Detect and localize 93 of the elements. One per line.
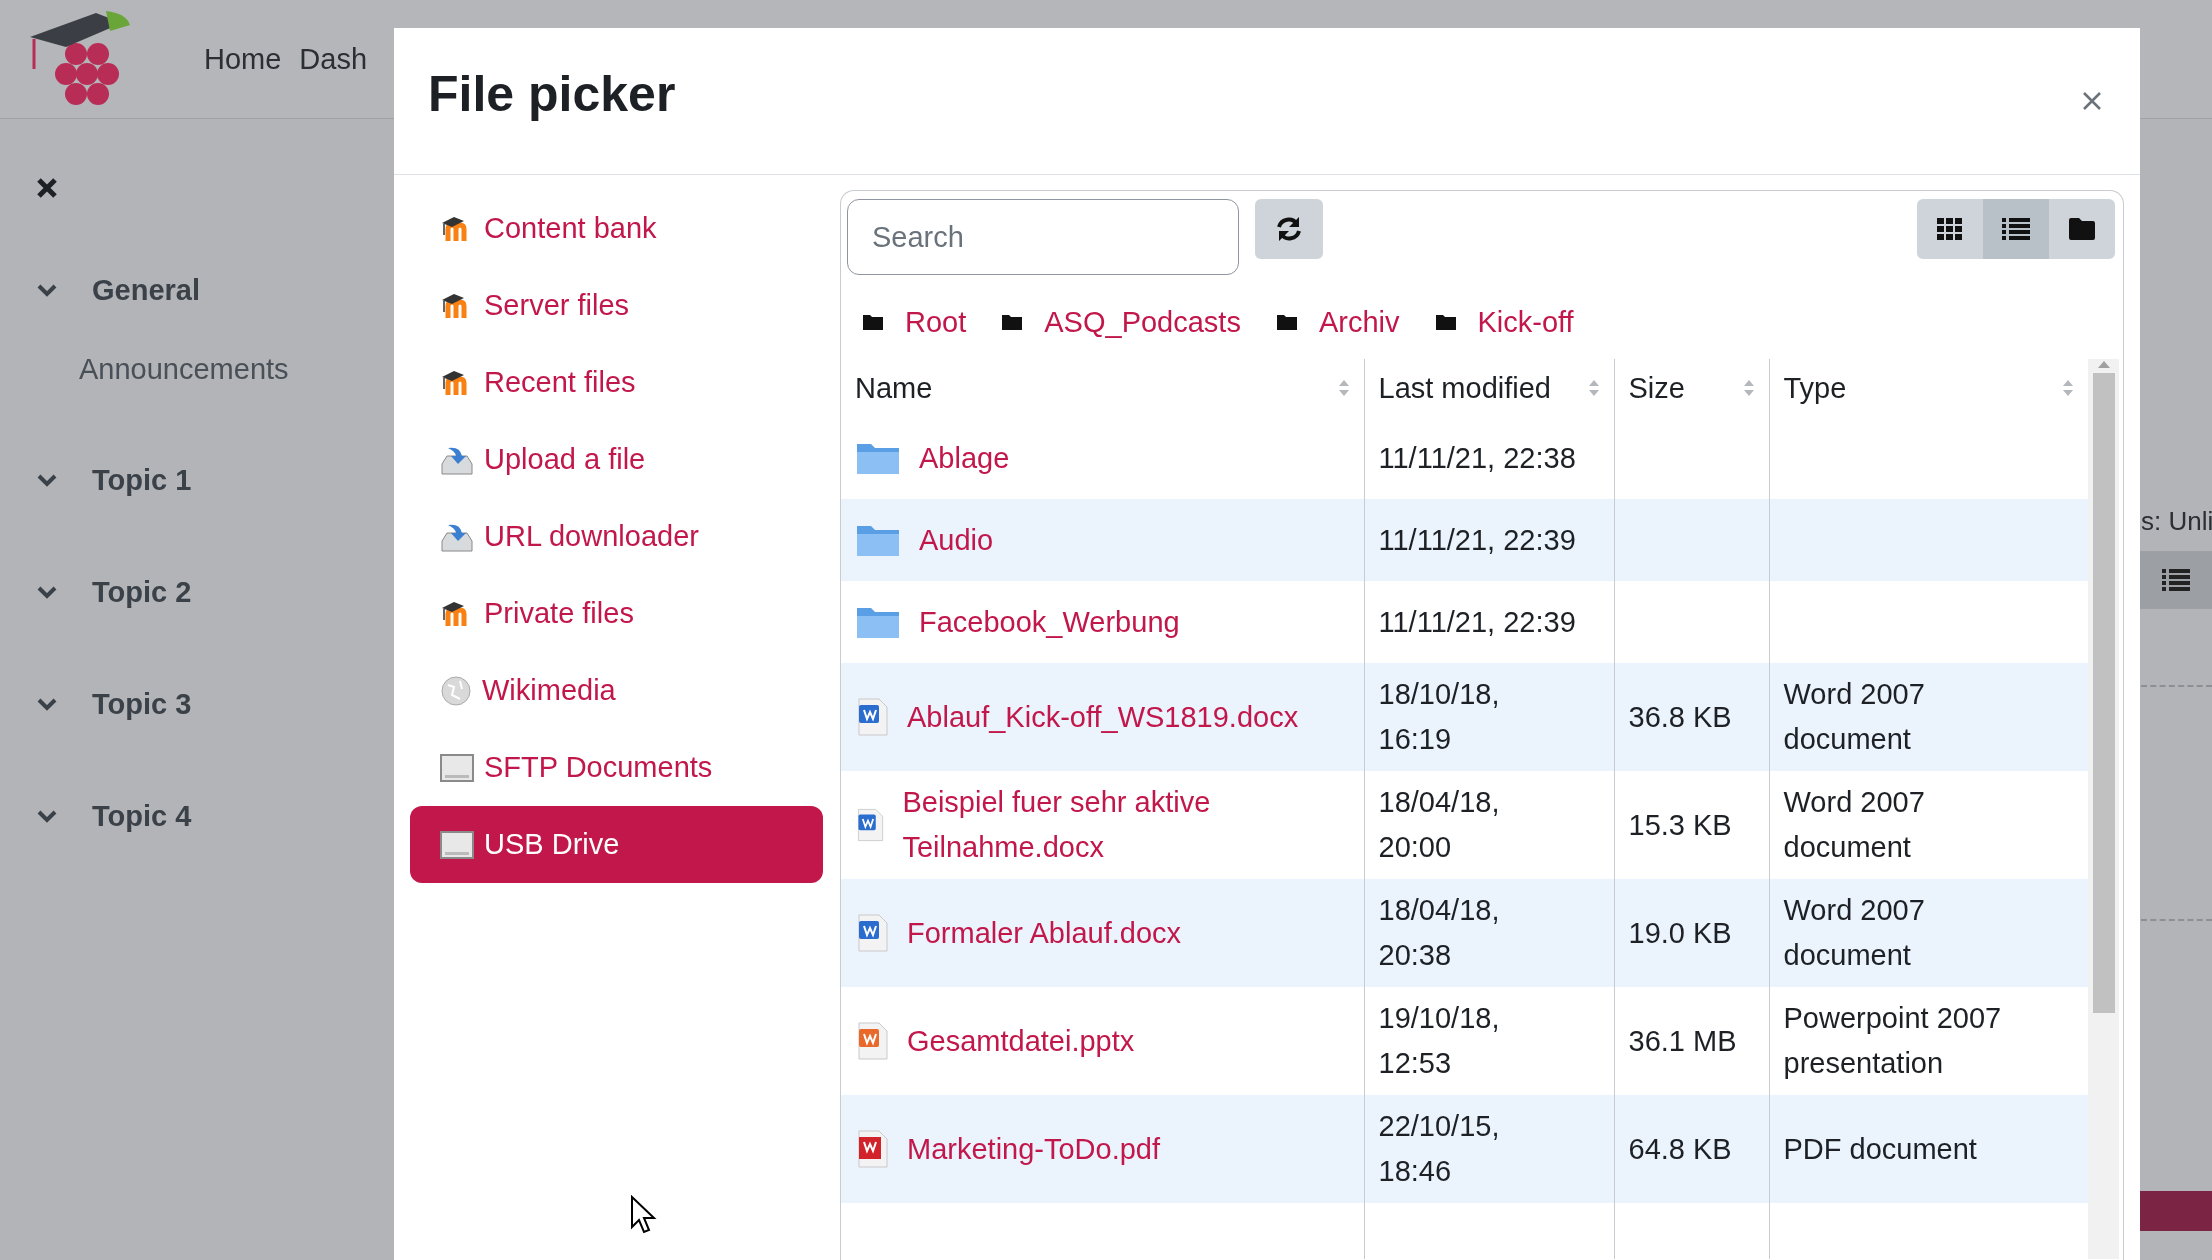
folder-icon	[2069, 218, 2095, 240]
file-name-link[interactable]: Ablage	[919, 435, 1010, 481]
file-name-link[interactable]: Ablauf_Kick-off_WS1819.docx	[907, 694, 1299, 740]
presentation-file-icon	[855, 1021, 889, 1061]
repository-label: SFTP Documents	[484, 751, 713, 784]
file-name-link[interactable]: Audio	[919, 517, 994, 563]
refresh-button[interactable]	[1255, 199, 1323, 259]
table-cell: 11/11/21, 22:38	[1364, 417, 1614, 499]
close-icon	[2082, 91, 2102, 111]
nav-link[interactable]: Home	[204, 42, 282, 76]
chevron-down-icon[interactable]	[36, 473, 58, 487]
grid-icon	[1937, 218, 1963, 240]
table-cell: 64.8 KB	[1614, 1095, 1769, 1203]
table-cell: 19.0 KB	[1614, 879, 1769, 987]
chevron-down-icon[interactable]	[36, 585, 58, 599]
table-cell: 36.8 KB	[1614, 663, 1769, 771]
repository-label: USB Drive	[484, 828, 620, 861]
file-name-link[interactable]: Marketing-ToDo.pdf	[907, 1126, 1161, 1172]
word-document-icon	[855, 697, 889, 737]
table-cell: PDF document	[1769, 1095, 2088, 1203]
breadcrumb-link[interactable]: ASQ_Podcasts	[1044, 305, 1241, 339]
globe-icon	[440, 674, 472, 707]
list-view-button[interactable]	[2140, 551, 2212, 609]
table-cell: 19/10/18, 12:53	[1364, 987, 1614, 1095]
table-cell: 18/10/18, 16:19	[1364, 663, 1614, 771]
file-name-link[interactable]: Facebook_Werbung	[919, 599, 1180, 645]
repository-item[interactable]: Content bank	[410, 190, 823, 267]
repository-label: Content bank	[484, 212, 657, 245]
search-field[interactable]: Search	[847, 199, 1239, 275]
breadcrumb-link[interactable]: Root	[905, 305, 967, 339]
close-icon[interactable]	[36, 177, 58, 199]
folder-icon	[863, 314, 883, 330]
table-cell: 36.1 MB	[1614, 987, 1769, 1095]
section-title[interactable]: Topic 3	[92, 687, 192, 721]
breadcrumb-link[interactable]: Archiv	[1318, 305, 1400, 339]
background-text: s: Unli	[2141, 506, 2212, 537]
repository-item[interactable]: SFTP Documents	[410, 729, 823, 806]
table-cell: 11/11/21, 22:39	[1364, 581, 1614, 663]
chevron-down-icon[interactable]	[36, 809, 58, 823]
activity-link[interactable]: Announcements	[79, 353, 394, 386]
column-header[interactable]: Last modified	[1378, 371, 1551, 405]
file-name-link[interactable]: Gesamtdatei.pptx	[907, 1018, 1135, 1064]
table-cell: 18/04/18, 20:00	[1364, 771, 1614, 879]
view-mode-button[interactable]	[1917, 199, 1983, 259]
repository-item[interactable]: Recent files	[410, 344, 823, 421]
list-icon	[2162, 569, 2190, 591]
table-cell: Word 2007 document	[1769, 663, 2088, 771]
section-title[interactable]: Topic 4	[92, 799, 192, 833]
view-mode-button[interactable]	[2049, 199, 2115, 259]
drive-icon	[440, 829, 474, 860]
column-header[interactable]: Size	[1628, 371, 1685, 405]
repository-item[interactable]: Private files	[410, 575, 823, 652]
folder-icon	[1276, 314, 1297, 330]
folder-icon	[1435, 314, 1456, 330]
table-cell: 18/04/18, 20:38	[1364, 879, 1614, 987]
scrollbar-thumb[interactable]	[2092, 373, 2115, 1013]
repository-label: Wikimedia	[482, 674, 616, 707]
section-title[interactable]: Topic 1	[92, 463, 192, 497]
word-document-icon	[855, 913, 889, 953]
repository-label: Server files	[484, 289, 630, 322]
repository-item[interactable]: Upload a file	[410, 421, 823, 498]
table-cell: Word 2007 document	[1769, 771, 2088, 879]
chevron-down-icon[interactable]	[36, 697, 58, 711]
column-header[interactable]: Type	[1783, 371, 1847, 405]
section-title[interactable]: Topic 2	[92, 575, 192, 609]
repository-label: Upload a file	[484, 443, 646, 476]
repository-item[interactable]: USB Drive	[410, 806, 823, 883]
pdf-file-icon	[855, 1129, 889, 1169]
repository-label: Private files	[484, 597, 634, 630]
list-icon	[2002, 218, 2030, 240]
folder-icon	[1002, 314, 1023, 330]
repository-item[interactable]: Wikimedia	[410, 652, 823, 729]
repository-label: Recent files	[484, 366, 636, 399]
nav-link[interactable]: Dash	[299, 42, 368, 76]
repository-item[interactable]: Server files	[410, 267, 823, 344]
drive-icon	[440, 752, 474, 783]
chevron-down-icon[interactable]	[36, 283, 58, 297]
repository-item[interactable]: URL downloader	[410, 498, 823, 575]
refresh-icon	[1275, 215, 1303, 243]
table-cell: 22/10/15, 18:46	[1364, 1095, 1614, 1203]
view-mode-button[interactable]	[1983, 199, 2049, 259]
dialog-title: File picker	[428, 65, 676, 123]
scrollbar[interactable]	[2088, 359, 2119, 1259]
table-cell: 15.3 KB	[1614, 771, 1769, 879]
table-cell: 11/11/21, 22:39	[1364, 499, 1614, 581]
table-cell: Powerpoint 2007 presentation	[1769, 987, 2088, 1095]
file-name-link[interactable]: Beispiel fuer sehr aktive Teilnahme.docx	[902, 780, 1350, 870]
table-cell: Word 2007 document	[1769, 879, 2088, 987]
file-name-link[interactable]: Formaler Ablauf.docx	[907, 910, 1181, 956]
repository-label: URL downloader	[484, 520, 699, 553]
column-header[interactable]: Name	[855, 371, 933, 405]
section-title[interactable]: General	[92, 273, 200, 307]
breadcrumb-link[interactable]: Kick-off	[1477, 305, 1574, 339]
